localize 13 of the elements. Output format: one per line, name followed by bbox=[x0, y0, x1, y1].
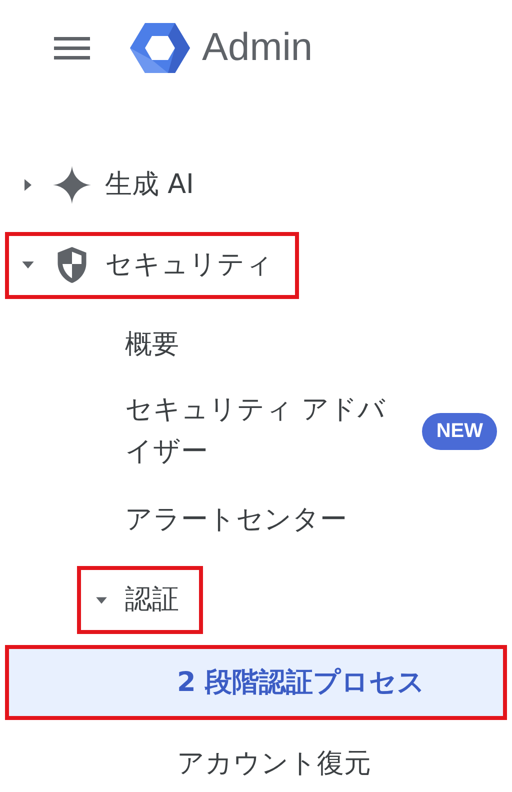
nav-subitem[interactable]: 認証 bbox=[77, 566, 203, 634]
nav-item[interactable]: 生成 AI bbox=[5, 152, 220, 218]
nav-subitem[interactable]: 2 段階認証プロセス bbox=[5, 645, 507, 720]
new-badge: NEW bbox=[422, 412, 497, 450]
nav-subitem[interactable]: アカウント復元 bbox=[5, 724, 507, 792]
nav-item[interactable]: セキュリティ bbox=[5, 232, 299, 298]
nav-subitem[interactable]: アラートセンター bbox=[125, 504, 347, 536]
nav-subitem[interactable]: セキュリティ アドバイザー bbox=[125, 389, 390, 473]
hexagon-logo-icon bbox=[130, 22, 190, 74]
app-title: Admin bbox=[202, 25, 313, 71]
nav-subitem[interactable]: 概要 bbox=[125, 329, 179, 361]
menu-icon[interactable] bbox=[54, 36, 90, 60]
sparkle-icon bbox=[53, 166, 91, 204]
